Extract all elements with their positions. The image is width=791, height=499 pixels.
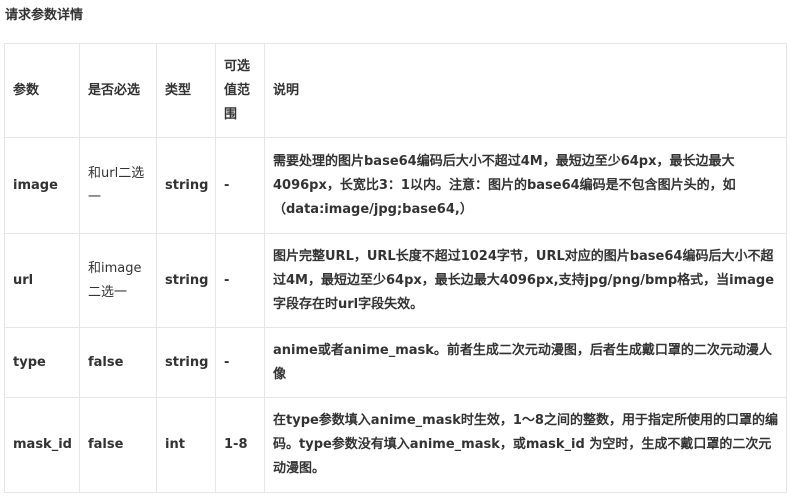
param-name: mask_id: [4, 397, 80, 493]
table-row: mask_id false int 1-8 在type参数填入anime_mas…: [4, 397, 787, 493]
param-range: -: [215, 233, 265, 328]
request-params-table: 参数 是否必选 类型 可选值范围 说明 image 和url二选一 string…: [4, 43, 787, 493]
section-heading: 请求参数详情: [5, 8, 84, 23]
param-name: url: [4, 233, 80, 328]
param-required: 和url二选一: [79, 137, 157, 234]
param-range: -: [215, 137, 265, 234]
header-type: 类型: [156, 43, 216, 138]
header-description: 说明: [264, 43, 787, 138]
table-header-row: 参数 是否必选 类型 可选值范围 说明: [4, 43, 787, 138]
param-description: 图片完整URL，URL长度不超过1024字节，URL对应的图片base64编码后…: [264, 233, 787, 328]
param-type: int: [156, 397, 216, 493]
table-row: image 和url二选一 string - 需要处理的图片base64编码后大…: [4, 137, 787, 234]
table-row: url 和image二选一 string - 图片完整URL，URL长度不超过1…: [4, 233, 787, 328]
param-type: string: [156, 137, 216, 234]
param-range: 1-8: [215, 397, 265, 493]
header-required: 是否必选: [79, 43, 157, 138]
param-description: anime或者anime_mask。前者生成二次元动漫图，后者生成戴口罩的二次元…: [264, 327, 787, 398]
param-range: -: [215, 327, 265, 398]
param-type: string: [156, 327, 216, 398]
param-name: image: [4, 137, 80, 234]
param-name: type: [4, 327, 80, 398]
param-description: 需要处理的图片base64编码后大小不超过4M，最短边至少64px，最长边最大4…: [264, 137, 787, 234]
param-description: 在type参数填入anime_mask时生效，1～8之间的整数，用于指定所使用的…: [264, 397, 787, 493]
header-range: 可选值范围: [215, 43, 265, 138]
param-type: string: [156, 233, 216, 328]
param-required: false: [79, 327, 157, 398]
param-required: 和image二选一: [79, 233, 157, 328]
header-param: 参数: [4, 43, 80, 138]
param-required: false: [79, 397, 157, 493]
table-row: type false string - anime或者anime_mask。前者…: [4, 327, 787, 398]
